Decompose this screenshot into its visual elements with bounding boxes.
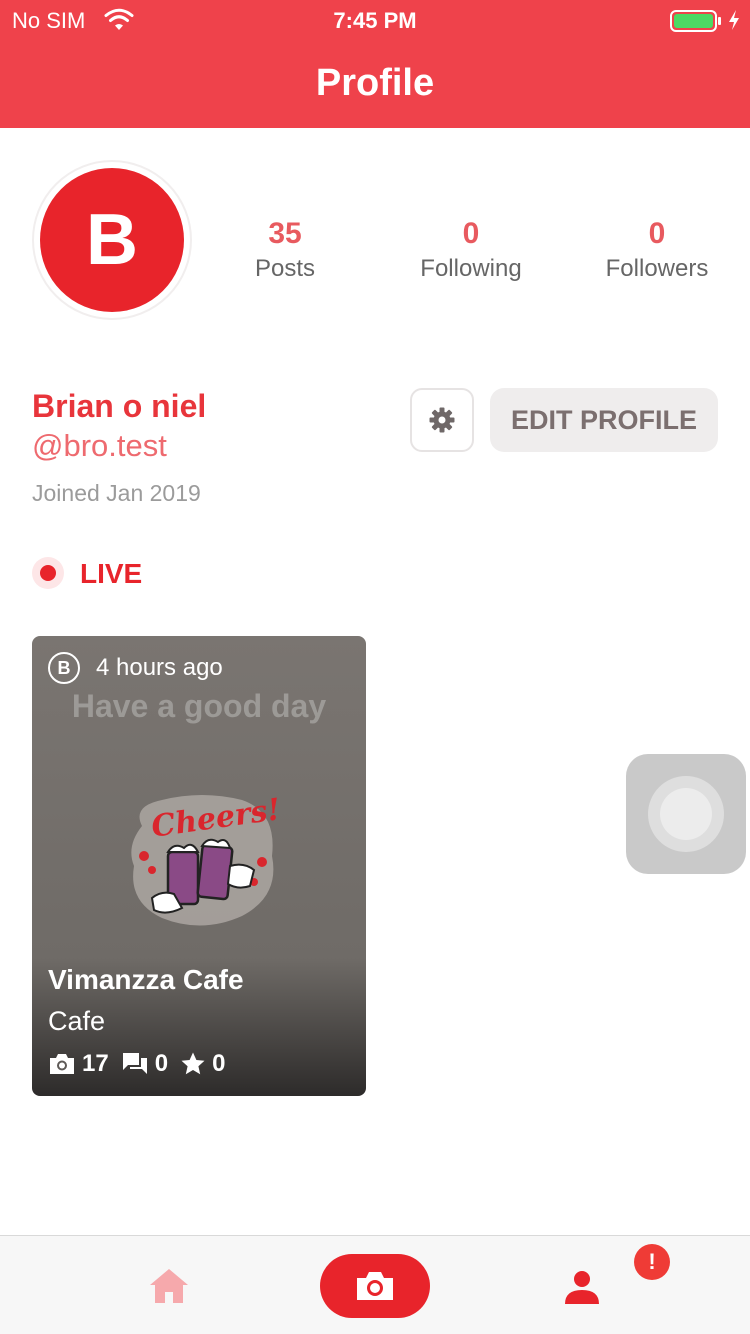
app-header: No SIM 7:45 PM Profile	[0, 0, 750, 128]
edit-profile-button[interactable]: EDIT PROFILE	[490, 388, 718, 452]
page-title: Profile	[315, 62, 435, 104]
photo-count: 17	[82, 1050, 109, 1077]
comment-count: 0	[154, 1050, 169, 1077]
stat-value: 0	[648, 217, 666, 250]
stat-posts[interactable]: 35 Posts	[195, 214, 375, 284]
live-label: LIVE	[80, 558, 143, 589]
comment-icon	[122, 1053, 147, 1074]
post-card[interactable]: B 4 hours ago Have a good day Cheers! Vi…	[32, 636, 366, 1096]
assistive-touch-button[interactable]	[626, 754, 746, 874]
stat-followers[interactable]: 0 Followers	[567, 214, 747, 284]
card-caption: Have a good day	[71, 688, 327, 724]
camera-icon	[50, 1054, 74, 1074]
alert-badge: !	[634, 1244, 670, 1280]
stat-value: 0	[462, 217, 480, 250]
stat-value: 35	[268, 217, 302, 250]
charging-icon	[729, 10, 739, 30]
stat-following[interactable]: 0 Following	[381, 214, 561, 284]
card-timestamp: 4 hours ago	[96, 654, 223, 681]
gear-icon	[429, 407, 455, 433]
battery-icon	[670, 10, 721, 32]
star-icon	[181, 1052, 205, 1075]
star-count: 0	[212, 1050, 226, 1077]
settings-button[interactable]	[410, 388, 474, 452]
clock: 7:45 PM	[333, 8, 417, 33]
card-stats: 17 0 0	[48, 1048, 237, 1080]
home-icon[interactable]	[148, 1266, 190, 1306]
stat-label: Posts	[254, 255, 316, 282]
camera-tab-button[interactable]	[320, 1254, 430, 1318]
card-place-name: Vimanzza Cafe	[48, 964, 244, 995]
user-handle: @bro.test	[32, 428, 167, 463]
camera-icon	[357, 1272, 393, 1300]
card-category: Cafe	[48, 1006, 106, 1036]
user-name: Brian o niel	[32, 388, 207, 424]
cheers-sticker-image: Cheers!	[131, 792, 282, 926]
person-icon[interactable]	[562, 1268, 602, 1308]
stat-label: Following	[420, 255, 522, 282]
live-indicator-dot	[40, 565, 56, 581]
avatar[interactable]: B	[40, 168, 184, 312]
card-avatar: B	[48, 652, 80, 684]
assistive-touch-core	[660, 788, 712, 840]
status-bar: No SIM 7:45 PM	[0, 0, 750, 40]
joined-date: Joined Jan 2019	[32, 480, 201, 506]
stat-label: Followers	[605, 255, 709, 282]
tab-bar: !	[0, 1235, 750, 1334]
